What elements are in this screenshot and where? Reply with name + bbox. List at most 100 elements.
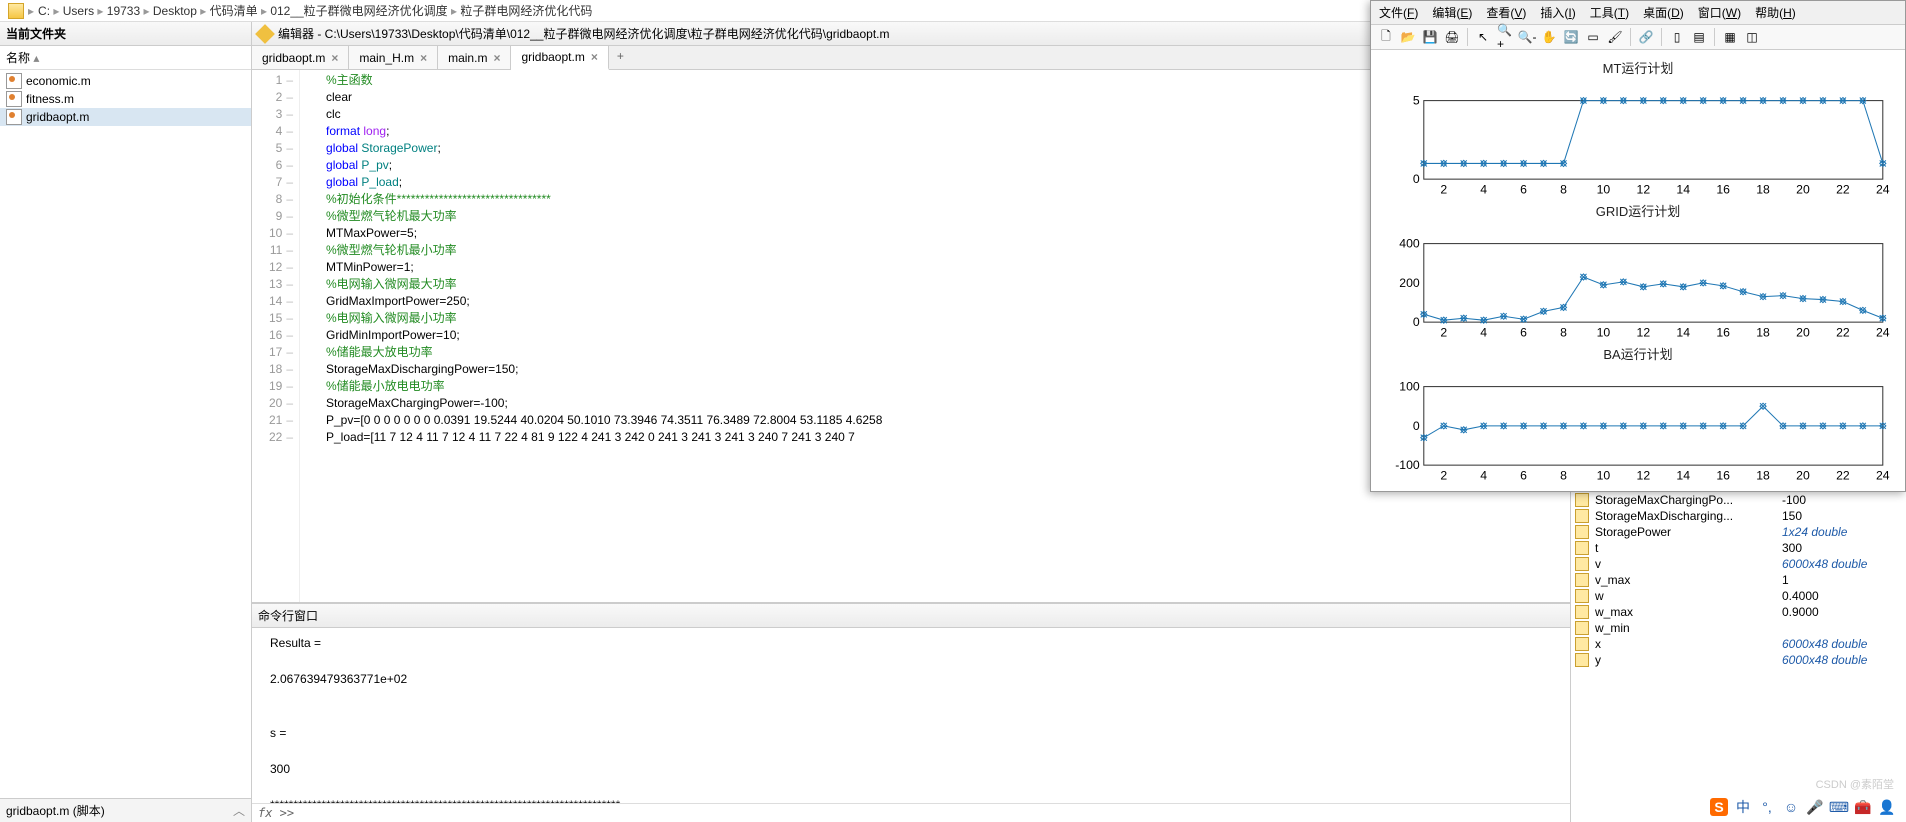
breadcrumb-segment[interactable]: C: [38, 4, 50, 18]
editor-tab[interactable]: main_H.m× [349, 46, 438, 69]
workspace-row[interactable]: w0.4000 [1571, 588, 1906, 604]
mfile-icon [6, 73, 22, 89]
svg-text:8: 8 [1560, 325, 1567, 339]
ime-icon[interactable]: S [1710, 798, 1728, 816]
new-icon[interactable]: 🗋 [1377, 28, 1395, 46]
ime-lang-icon[interactable]: 中 [1734, 798, 1752, 816]
svg-text:8: 8 [1560, 182, 1567, 196]
legend-icon[interactable]: ▤ [1690, 28, 1708, 46]
var-icon [1575, 525, 1589, 539]
zoomin-icon[interactable]: 🔍+ [1496, 28, 1514, 46]
colorbar-icon[interactable]: ▯ [1668, 28, 1686, 46]
chart-title: BA运行计划 [1383, 344, 1893, 363]
svg-text:22: 22 [1836, 468, 1850, 482]
svg-text:16: 16 [1716, 468, 1730, 482]
menu-item[interactable]: 插入(I) [1540, 4, 1575, 21]
var-icon [1575, 605, 1589, 619]
svg-text:6: 6 [1520, 468, 1527, 482]
breadcrumb-segment[interactable]: Users [63, 4, 94, 18]
svg-text:0: 0 [1413, 419, 1420, 433]
folder-icon [8, 3, 24, 19]
user-icon[interactable]: 👤 [1878, 798, 1896, 816]
menu-item[interactable]: 编辑(E) [1432, 4, 1472, 21]
breadcrumb-segment[interactable]: 19733 [107, 4, 140, 18]
workspace-row[interactable]: y6000x48 double [1571, 652, 1906, 668]
emoji-icon[interactable]: ☺ [1782, 798, 1800, 816]
svg-text:22: 22 [1836, 182, 1850, 196]
menu-item[interactable]: 窗口(W) [1698, 4, 1741, 21]
svg-text:16: 16 [1716, 325, 1730, 339]
column-header-name[interactable]: 名称 ▴ [0, 46, 251, 70]
workspace-row[interactable]: w_max0.9000 [1571, 604, 1906, 620]
figure-window[interactable]: 文件(F) 编辑(E) 查看(V) 插入(I) 工具(T) 桌面(D) 窗口(W) 帮助(H)… [1370, 0, 1906, 492]
save-icon[interactable]: 💾 [1421, 28, 1439, 46]
charts-area: MT运行计划0524681012141618202224GRID运行计划0200… [1371, 50, 1905, 491]
arrow-icon[interactable]: ↖ [1474, 28, 1492, 46]
toolbox-icon[interactable]: 🧰 [1854, 798, 1872, 816]
keyboard-icon[interactable]: ⌨ [1830, 798, 1848, 816]
print-icon[interactable]: 🖨 [1443, 28, 1461, 46]
link-icon[interactable]: 🔗 [1637, 28, 1655, 46]
editor-tab[interactable]: gridbaopt.m× [252, 46, 349, 69]
svg-text:16: 16 [1716, 182, 1730, 196]
workspace-row[interactable]: x6000x48 double [1571, 636, 1906, 652]
dock-icon[interactable]: ◫ [1743, 28, 1761, 46]
svg-text:2: 2 [1440, 182, 1447, 196]
workspace-row[interactable]: v_max1 [1571, 572, 1906, 588]
workspace-row[interactable]: StorageMaxDischarging...150 [1571, 508, 1906, 524]
datatip-icon[interactable]: ▭ [1584, 28, 1602, 46]
svg-text:20: 20 [1796, 182, 1810, 196]
svg-text:14: 14 [1676, 325, 1690, 339]
current-folder-panel: 当前文件夹 名称 ▴ economic.mfitness.mgridbaopt.… [0, 22, 252, 822]
close-icon[interactable]: × [493, 51, 500, 65]
breadcrumb-segment[interactable]: Desktop [153, 4, 197, 18]
system-tray: S 中 °, ☺ 🎤 ⌨ 🧰 👤 [1710, 798, 1896, 816]
open-icon[interactable]: 📂 [1399, 28, 1417, 46]
chart-title: GRID运行计划 [1383, 201, 1893, 220]
svg-text:12: 12 [1637, 468, 1651, 482]
menu-item[interactable]: 工具(T) [1590, 4, 1629, 21]
menu-item[interactable]: 帮助(H) [1755, 4, 1796, 21]
add-tab-button[interactable]: + [609, 46, 632, 69]
editor-tab[interactable]: gridbaopt.m× [511, 46, 608, 70]
close-icon[interactable]: × [331, 51, 338, 65]
close-icon[interactable]: × [591, 50, 598, 64]
breadcrumb-segment[interactable]: 012__粒子群微电网经济优化调度 [270, 4, 447, 18]
svg-text:18: 18 [1756, 468, 1770, 482]
workspace-row[interactable]: t300 [1571, 540, 1906, 556]
grid-icon[interactable]: ▦ [1721, 28, 1739, 46]
panel-title: 当前文件夹 [0, 22, 251, 46]
svg-text:22: 22 [1836, 325, 1850, 339]
svg-text:14: 14 [1676, 468, 1690, 482]
workspace-row[interactable]: StoragePower1x24 double [1571, 524, 1906, 540]
zoomout-icon[interactable]: 🔍- [1518, 28, 1536, 46]
editor-tab[interactable]: main.m× [438, 46, 511, 69]
pan-icon[interactable]: ✋ [1540, 28, 1558, 46]
punct-icon[interactable]: °, [1758, 798, 1776, 816]
close-icon[interactable]: × [420, 51, 427, 65]
file-item[interactable]: economic.m [0, 72, 251, 90]
svg-text:12: 12 [1637, 325, 1651, 339]
file-item[interactable]: fitness.m [0, 90, 251, 108]
svg-text:2: 2 [1440, 325, 1447, 339]
menu-item[interactable]: 查看(V) [1486, 4, 1526, 21]
menu-item[interactable]: 桌面(D) [1643, 4, 1684, 21]
menu-item[interactable]: 文件(F) [1379, 4, 1418, 21]
chevron-up-icon[interactable]: ︿ [233, 802, 245, 819]
rotate-icon[interactable]: 🔄 [1562, 28, 1580, 46]
mfile-icon [6, 91, 22, 107]
svg-text:14: 14 [1676, 182, 1690, 196]
workspace-panel: StorageMaxChargingPo...-100StorageMaxDis… [1570, 492, 1906, 822]
svg-text:20: 20 [1796, 468, 1810, 482]
workspace-row[interactable]: w_min [1571, 620, 1906, 636]
mic-icon[interactable]: 🎤 [1806, 798, 1824, 816]
pencil-icon [255, 24, 275, 44]
svg-text:-100: -100 [1395, 458, 1420, 472]
svg-text:20: 20 [1796, 325, 1810, 339]
svg-text:24: 24 [1876, 468, 1890, 482]
breadcrumb-segment[interactable]: 代码清单 [210, 4, 258, 18]
workspace-row[interactable]: v6000x48 double [1571, 556, 1906, 572]
file-item[interactable]: gridbaopt.m [0, 108, 251, 126]
breadcrumb-segment[interactable]: 粒子群电网经济优化代码 [460, 4, 592, 18]
brush-icon[interactable]: 🖌 [1606, 28, 1624, 46]
